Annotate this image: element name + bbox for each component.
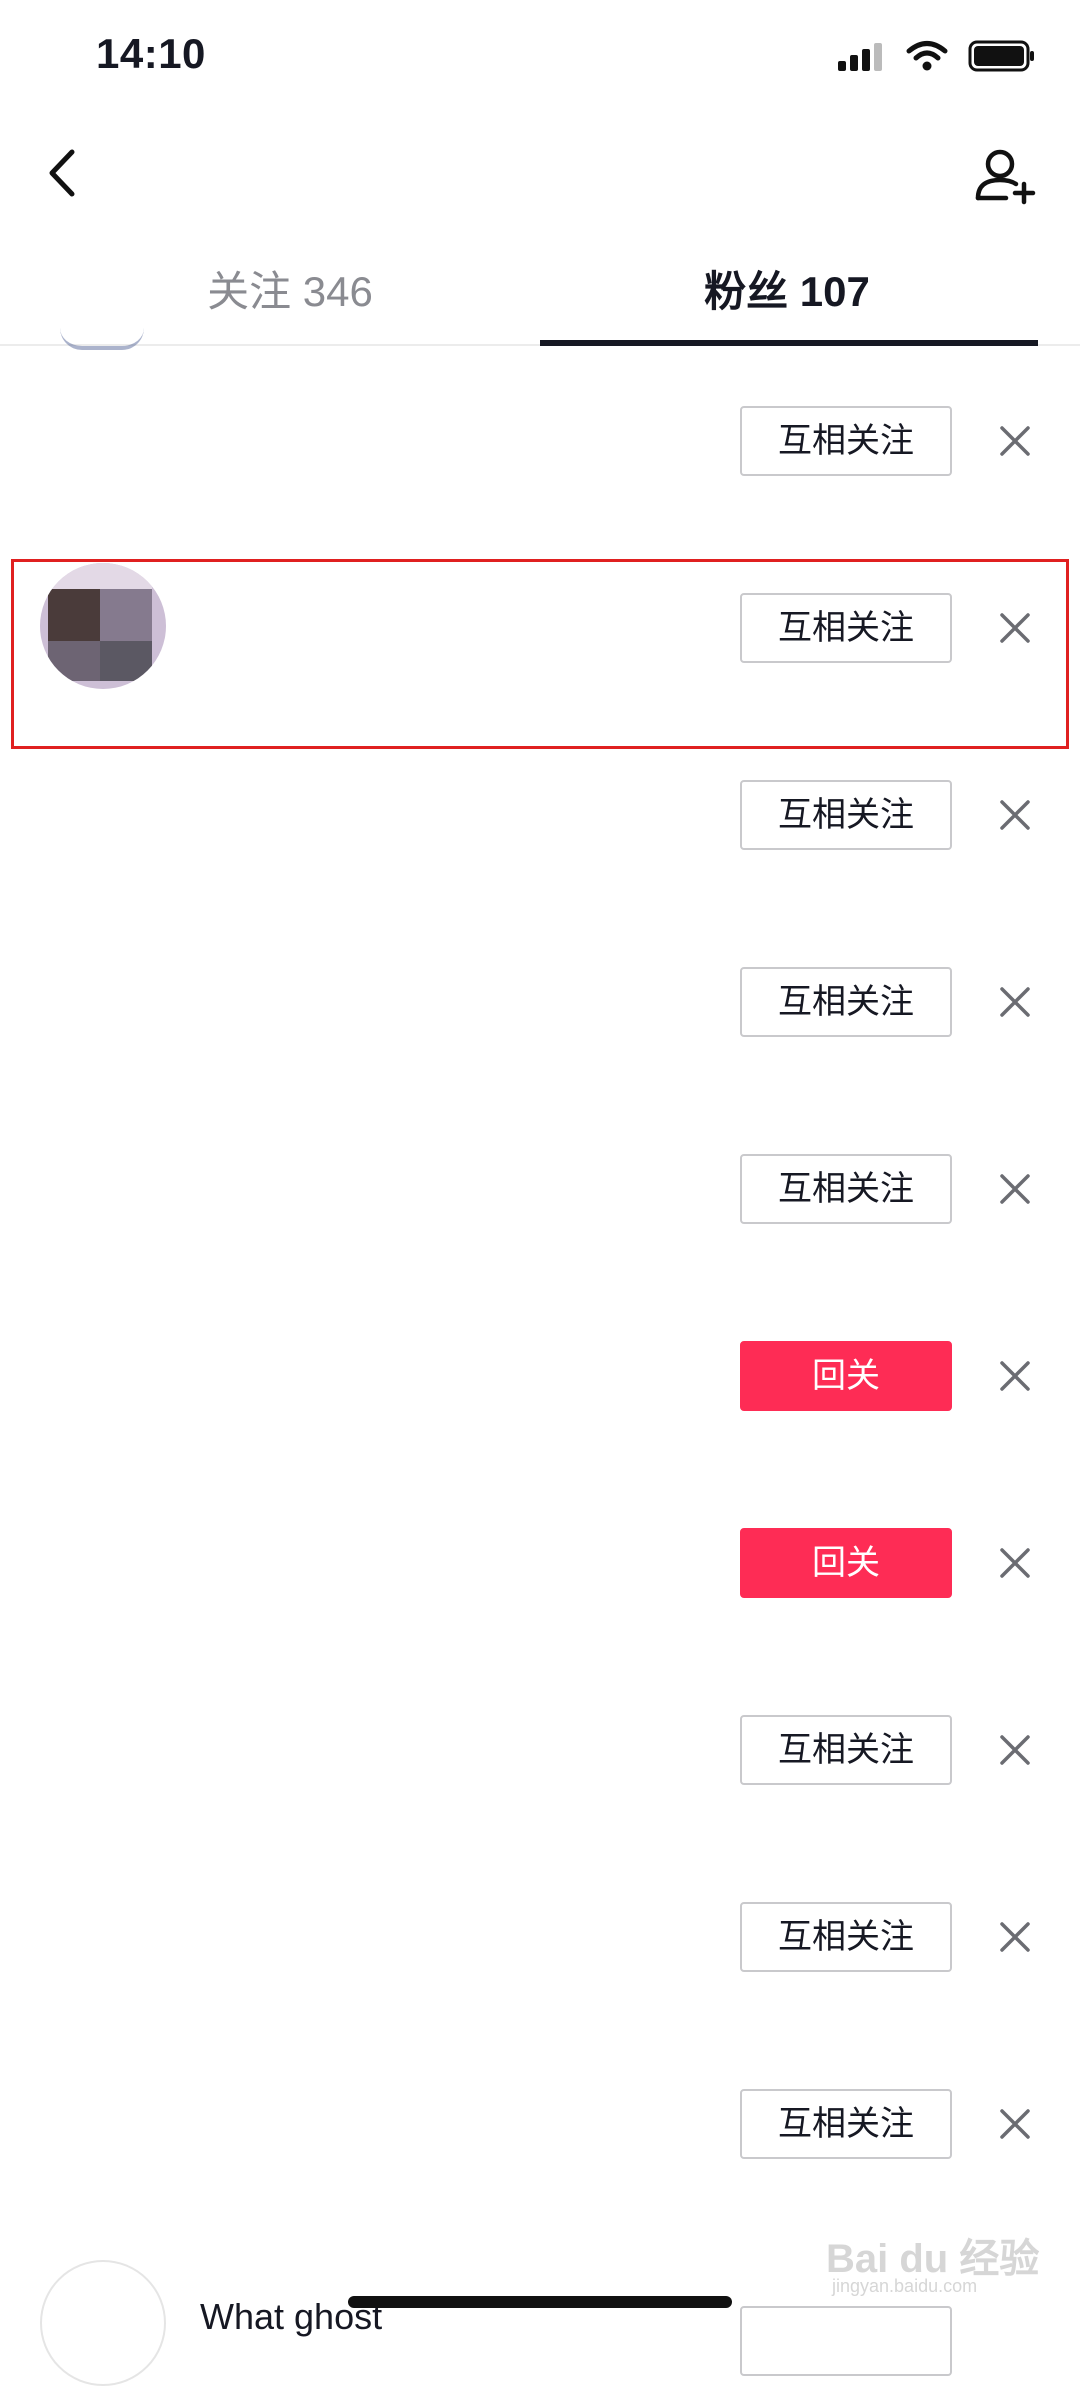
battery-icon: [968, 40, 1034, 72]
close-icon[interactable]: [996, 796, 1034, 834]
follow-button[interactable]: 互相关注: [740, 406, 952, 476]
close-icon[interactable]: [996, 609, 1034, 647]
close-icon[interactable]: [996, 1918, 1034, 1956]
watermark-url: jingyan.baidu.com: [832, 2276, 978, 2296]
signal-icon: [838, 43, 882, 71]
list-item[interactable]: 互相关注: [0, 1655, 1080, 1842]
list-item[interactable]: 互相关注: [0, 2029, 1080, 2216]
follow-button[interactable]: 互相关注: [740, 593, 952, 663]
close-icon[interactable]: [996, 983, 1034, 1021]
list-item[interactable]: 互相关注: [0, 533, 1080, 720]
list-item[interactable]: 回关: [0, 1281, 1080, 1468]
close-icon[interactable]: [996, 422, 1034, 460]
list-item[interactable]: 互相关注: [0, 720, 1080, 907]
follow-back-button[interactable]: 回关: [740, 1341, 952, 1411]
status-icons: [836, 40, 1036, 72]
close-icon[interactable]: [996, 1544, 1034, 1582]
list-item[interactable]: 互相关注: [0, 346, 1080, 533]
add-friend-button[interactable]: [970, 140, 1040, 210]
close-icon[interactable]: [996, 1170, 1034, 1208]
follow-back-button[interactable]: 回关: [740, 1528, 952, 1598]
list-item[interactable]: 互相关注: [0, 1842, 1080, 2029]
list-item[interactable]: 互相关注: [0, 1094, 1080, 1281]
tab-following[interactable]: 关注 346: [90, 258, 490, 319]
follow-button[interactable]: 互相关注: [740, 780, 952, 850]
close-icon[interactable]: [996, 1357, 1034, 1395]
close-icon[interactable]: [996, 1731, 1034, 1769]
tab-fans[interactable]: 粉丝 107: [587, 258, 987, 319]
follow-button[interactable]: 互相关注: [740, 967, 952, 1037]
status-bar: 14:10: [0, 0, 1080, 110]
close-icon[interactable]: [996, 2105, 1034, 2143]
list-item[interactable]: 回关: [0, 1468, 1080, 1655]
avatar[interactable]: [40, 2260, 166, 2386]
nav-bar: [0, 120, 1080, 230]
status-time: 14:10: [96, 30, 206, 77]
avatar-image: [40, 563, 166, 689]
list-item[interactable]: 互相关注: [0, 907, 1080, 1094]
follow-button[interactable]: 互相关注: [740, 1902, 952, 1972]
follow-button[interactable]: 互相关注: [740, 1715, 952, 1785]
wifi-icon: [906, 41, 948, 71]
follow-button[interactable]: 互相关注: [740, 2089, 952, 2159]
tab-bar: 关注 346 粉丝 107: [0, 240, 1080, 346]
add-user-icon: [975, 149, 1036, 205]
avatar[interactable]: [40, 563, 166, 689]
chevron-left-icon: [49, 149, 75, 197]
back-button[interactable]: [36, 138, 96, 208]
follow-button[interactable]: 互相关注: [740, 1154, 952, 1224]
home-indicator[interactable]: [348, 2296, 732, 2308]
follow-button[interactable]: [740, 2306, 952, 2376]
